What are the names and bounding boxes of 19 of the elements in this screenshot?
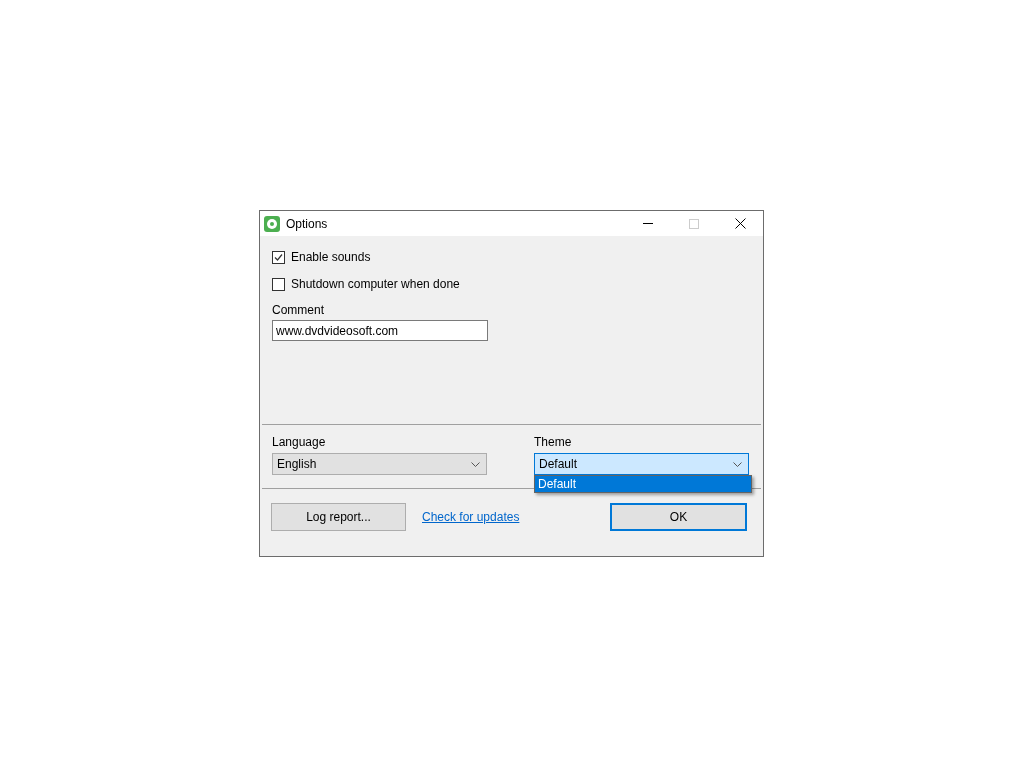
field-label: Language <box>272 435 327 449</box>
chevron-down-icon <box>733 461 742 467</box>
comment-input[interactable]: www.dvdvideosoft.com <box>272 320 488 341</box>
disc-icon <box>264 215 280 232</box>
checkbox-label: Shutdown computer when done <box>291 277 460 291</box>
checkbox[interactable] <box>272 250 285 264</box>
ok-button[interactable]: OK <box>610 503 747 531</box>
window-title: Options <box>286 216 329 231</box>
log-report-button[interactable]: Log report... <box>271 503 406 531</box>
close-icon[interactable] <box>734 218 746 229</box>
checkbox-label: Enable sounds <box>291 250 371 264</box>
language-dropdown[interactable]: English <box>272 453 487 475</box>
check-updates-link[interactable]: Check for updates <box>422 510 520 524</box>
dropdown-option[interactable]: Default <box>535 476 751 492</box>
field-label: Comment <box>272 303 325 317</box>
checkbox[interactable] <box>272 277 285 291</box>
chevron-down-icon <box>471 461 480 467</box>
theme-dropdown[interactable]: Default <box>534 453 749 475</box>
field-label: Theme <box>534 435 573 449</box>
